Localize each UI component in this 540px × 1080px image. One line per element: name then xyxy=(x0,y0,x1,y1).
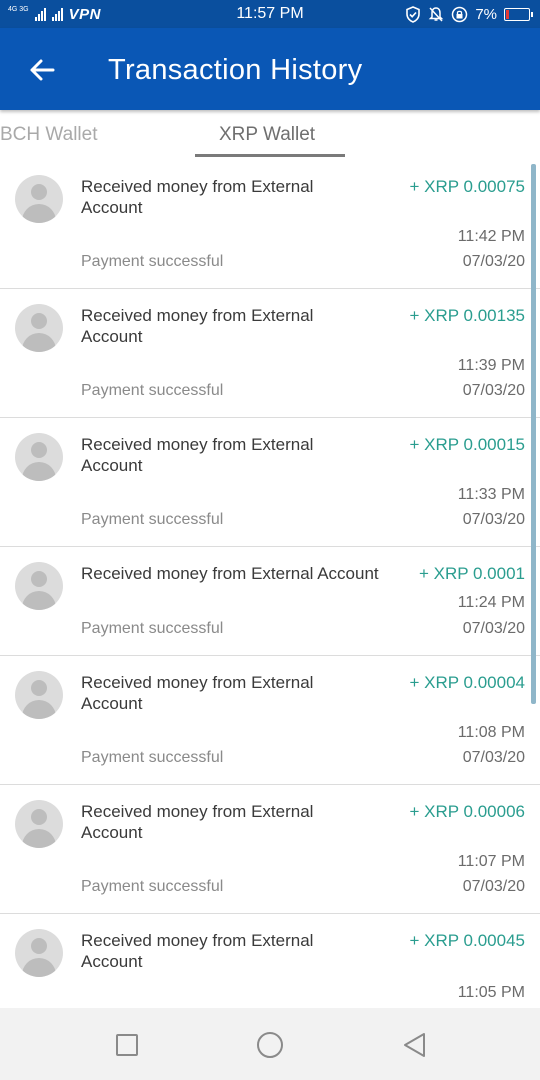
transaction-date: 07/03/20 xyxy=(462,620,525,637)
transaction-status: Payment successful xyxy=(81,878,224,895)
transaction-description: Received money from External Account xyxy=(81,930,313,972)
description-line-2: Account xyxy=(81,694,143,713)
transaction-date: 07/03/20 xyxy=(462,511,525,528)
lock-rotate-icon xyxy=(452,6,468,22)
transaction-status: Payment successful xyxy=(81,620,224,637)
description-line-2: Account xyxy=(81,952,143,971)
page-title: Transaction History xyxy=(108,54,363,86)
avatar xyxy=(15,562,63,610)
description-line-1: Received money from External xyxy=(81,177,314,196)
transaction-row[interactable]: Received money from External Account + X… xyxy=(0,418,540,547)
description-line-1: Received money from External Account xyxy=(81,564,379,583)
status-right: 7% xyxy=(405,4,533,24)
battery-icon xyxy=(504,7,533,21)
transaction-time: 11:42 PM xyxy=(457,228,525,245)
transaction-status: Payment successful xyxy=(81,382,224,399)
description-line-2: Account xyxy=(81,823,143,842)
transaction-amount: + XRP 0.00045 xyxy=(409,931,525,950)
bell-off-icon xyxy=(429,6,444,22)
transaction-amount: + XRP 0.00135 xyxy=(409,306,525,325)
avatar xyxy=(15,304,63,352)
transaction-time: 11:39 PM xyxy=(457,357,525,374)
avatar xyxy=(15,800,63,848)
scrollbar[interactable] xyxy=(531,164,536,704)
description-line-2: Account xyxy=(81,198,143,217)
transaction-row[interactable]: Received money from External Account + X… xyxy=(0,914,540,1008)
transaction-amount: + XRP 0.00015 xyxy=(409,435,525,454)
avatar xyxy=(15,929,63,977)
transaction-status: Payment successful xyxy=(81,253,224,270)
transaction-row[interactable]: Received money from External Account + X… xyxy=(0,656,540,785)
transaction-row[interactable]: Received money from External Account + X… xyxy=(0,785,540,914)
transaction-row[interactable]: Received money from External Account + X… xyxy=(0,289,540,418)
tab-indicator xyxy=(195,154,345,157)
app-bar: Transaction History xyxy=(0,28,540,110)
transaction-date: 07/03/20 xyxy=(462,749,525,766)
battery-percent: 7% xyxy=(475,5,497,23)
transaction-description: Received money from External Account xyxy=(81,801,313,843)
description-line-1: Received money from External xyxy=(81,802,314,821)
transaction-amount: + XRP 0.00004 xyxy=(409,673,525,692)
transaction-amount: + XRP 0.00075 xyxy=(409,177,525,196)
transaction-status: Payment successful xyxy=(81,749,224,766)
transaction-description: Received money from External Account xyxy=(81,305,313,347)
description-line-1: Received money from External xyxy=(81,931,314,950)
transaction-amount: + XRP 0.0001 xyxy=(418,564,525,583)
transaction-time: 11:24 PM xyxy=(457,594,525,611)
tab-bch-wallet[interactable]: BCH Wallet xyxy=(0,124,97,146)
description-line-1: Received money from External xyxy=(81,306,314,325)
transaction-time: 11:07 PM xyxy=(457,853,525,870)
back-nav-button[interactable] xyxy=(400,1030,430,1060)
transaction-date: 07/03/20 xyxy=(462,878,525,895)
transaction-description: Received money from External Account xyxy=(81,434,313,476)
arrow-left-icon xyxy=(30,59,55,81)
avatar xyxy=(15,433,63,481)
transaction-status: Payment successful xyxy=(81,511,224,528)
transaction-time: 11:05 PM xyxy=(457,984,525,1001)
transaction-description: Received money from External Account xyxy=(81,176,313,218)
transaction-description: Received money from External Account xyxy=(81,563,379,584)
status-bar: 4G 3G VPN 11:57 PM 7% xyxy=(0,0,540,28)
back-button[interactable] xyxy=(22,50,62,90)
recents-button[interactable] xyxy=(112,1030,142,1060)
description-line-1: Received money from External xyxy=(81,435,314,454)
system-nav-bar xyxy=(0,1008,540,1080)
transaction-date: 07/03/20 xyxy=(462,253,525,270)
transaction-row[interactable]: Received money from External Account + X… xyxy=(0,160,540,289)
wallet-tabs: BCH Wallet XRP Wallet xyxy=(0,112,540,160)
transaction-list[interactable]: Received money from External Account + X… xyxy=(0,160,540,1008)
transaction-amount: + XRP 0.00006 xyxy=(409,802,525,821)
transaction-time: 11:08 PM xyxy=(457,724,525,741)
transaction-row[interactable]: Received money from External Account + X… xyxy=(0,547,540,656)
description-line-2: Account xyxy=(81,327,143,346)
avatar xyxy=(15,671,63,719)
home-button[interactable] xyxy=(255,1030,285,1060)
description-line-1: Received money from External xyxy=(81,673,314,692)
transaction-time: 11:33 PM xyxy=(457,486,525,503)
avatar xyxy=(15,175,63,223)
transaction-description: Received money from External Account xyxy=(81,672,313,714)
transaction-date: 07/03/20 xyxy=(462,382,525,399)
description-line-2: Account xyxy=(81,456,143,475)
tab-xrp-wallet[interactable]: XRP Wallet xyxy=(219,124,315,146)
shield-icon xyxy=(406,5,421,23)
